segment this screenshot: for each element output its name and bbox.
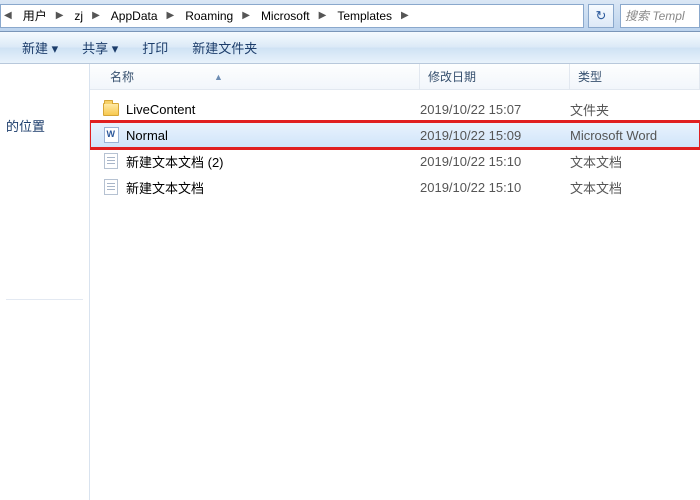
crumb-users[interactable]: 用户 [15,5,53,27]
navigation-pane[interactable]: 的位置 [0,64,90,500]
column-name-label: 名称 [110,68,134,85]
file-type: 文本文档 [570,178,700,197]
column-header-row: 名称 ▲ 修改日期 类型 [90,64,700,90]
refresh-button[interactable]: ↻ [588,4,614,28]
column-date[interactable]: 修改日期 [420,64,570,89]
file-type: 文本文档 [570,152,700,171]
nav-item-location[interactable]: 的位置 [0,112,89,139]
folder-icon [102,100,120,118]
list-item[interactable]: Normal 2019/10/22 15:09 Microsoft Word [90,122,700,148]
sort-ascending-icon: ▲ [214,72,223,82]
column-name[interactable]: 名称 ▲ [90,64,420,89]
file-name: Normal [126,128,420,143]
file-name: 新建文本文档 (2) [126,152,420,171]
file-name: LiveContent [126,102,420,117]
file-list: LiveContent 2019/10/22 15:07 文件夹 Normal … [90,90,700,200]
file-date: 2019/10/22 15:10 [420,154,570,169]
file-type: Microsoft Word [570,128,700,143]
text-file-icon [102,178,120,196]
chevron-right-icon: ▶ [398,10,412,21]
new-menu[interactable]: 新建 ▾ [10,32,70,63]
chevron-right-icon: ▶ [316,10,330,21]
word-icon [102,126,120,144]
chevron-right-icon: ▶ [239,10,253,21]
print-button[interactable]: 打印 [130,32,180,63]
file-date: 2019/10/22 15:07 [420,102,570,117]
crumb-templates[interactable]: Templates [329,5,398,27]
list-item[interactable]: 新建文本文档 (2) 2019/10/22 15:10 文本文档 [90,148,700,174]
file-list-pane: 名称 ▲ 修改日期 类型 LiveContent 2019/10/22 15:0… [90,64,700,500]
chevron-right-icon: ▶ [89,10,103,21]
crumb-zj[interactable]: zj [66,5,89,27]
crumb-appdata[interactable]: AppData [103,5,164,27]
address-bar: ◀ 用户▶ zj▶ AppData▶ Roaming▶ Microsoft▶ T… [0,0,700,32]
file-name: 新建文本文档 [126,178,420,197]
file-date: 2019/10/22 15:10 [420,180,570,195]
list-item[interactable]: 新建文本文档 2019/10/22 15:10 文本文档 [90,174,700,200]
refresh-icon: ↻ [596,8,607,24]
chevron-right-icon: ▶ [164,10,178,21]
chevron-left-icon: ◀ [1,10,15,21]
crumb-microsoft[interactable]: Microsoft [253,5,316,27]
breadcrumb[interactable]: ◀ 用户▶ zj▶ AppData▶ Roaming▶ Microsoft▶ T… [0,4,584,28]
list-item[interactable]: LiveContent 2019/10/22 15:07 文件夹 [90,96,700,122]
file-date: 2019/10/22 15:09 [420,128,570,143]
nav-separator [6,299,83,300]
column-type[interactable]: 类型 [570,64,700,89]
text-file-icon [102,152,120,170]
search-input[interactable]: 搜索 Templ [620,4,700,28]
chevron-right-icon: ▶ [53,10,67,21]
file-type: 文件夹 [570,100,700,119]
new-folder-button[interactable]: 新建文件夹 [180,32,269,63]
share-menu[interactable]: 共享 ▾ [70,32,130,63]
crumb-roaming[interactable]: Roaming [177,5,239,27]
toolbar: 新建 ▾ 共享 ▾ 打印 新建文件夹 [0,32,700,64]
